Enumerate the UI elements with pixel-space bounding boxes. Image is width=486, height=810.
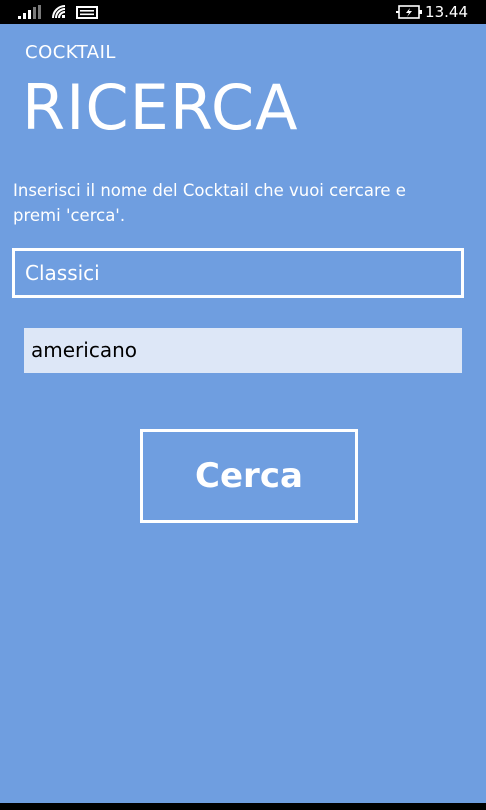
status-bar: 13.44 (0, 0, 486, 24)
signal-icon (18, 5, 41, 19)
app-title: COCKTAIL (25, 42, 116, 63)
page-title: RICERCA (22, 71, 299, 144)
wifi-icon (52, 5, 66, 19)
battery-icon (396, 5, 422, 19)
category-picker[interactable]: Classici (12, 248, 464, 298)
cocktail-search-input[interactable]: americano (24, 328, 462, 373)
search-button[interactable]: Cerca (140, 429, 358, 523)
instructions-text: Inserisci il nome del Cocktail che vuoi … (13, 181, 406, 225)
message-icon (76, 6, 98, 19)
category-selected-value: Classici (25, 261, 100, 285)
bottom-edge (0, 803, 486, 810)
status-time: 13.44 (425, 3, 468, 21)
